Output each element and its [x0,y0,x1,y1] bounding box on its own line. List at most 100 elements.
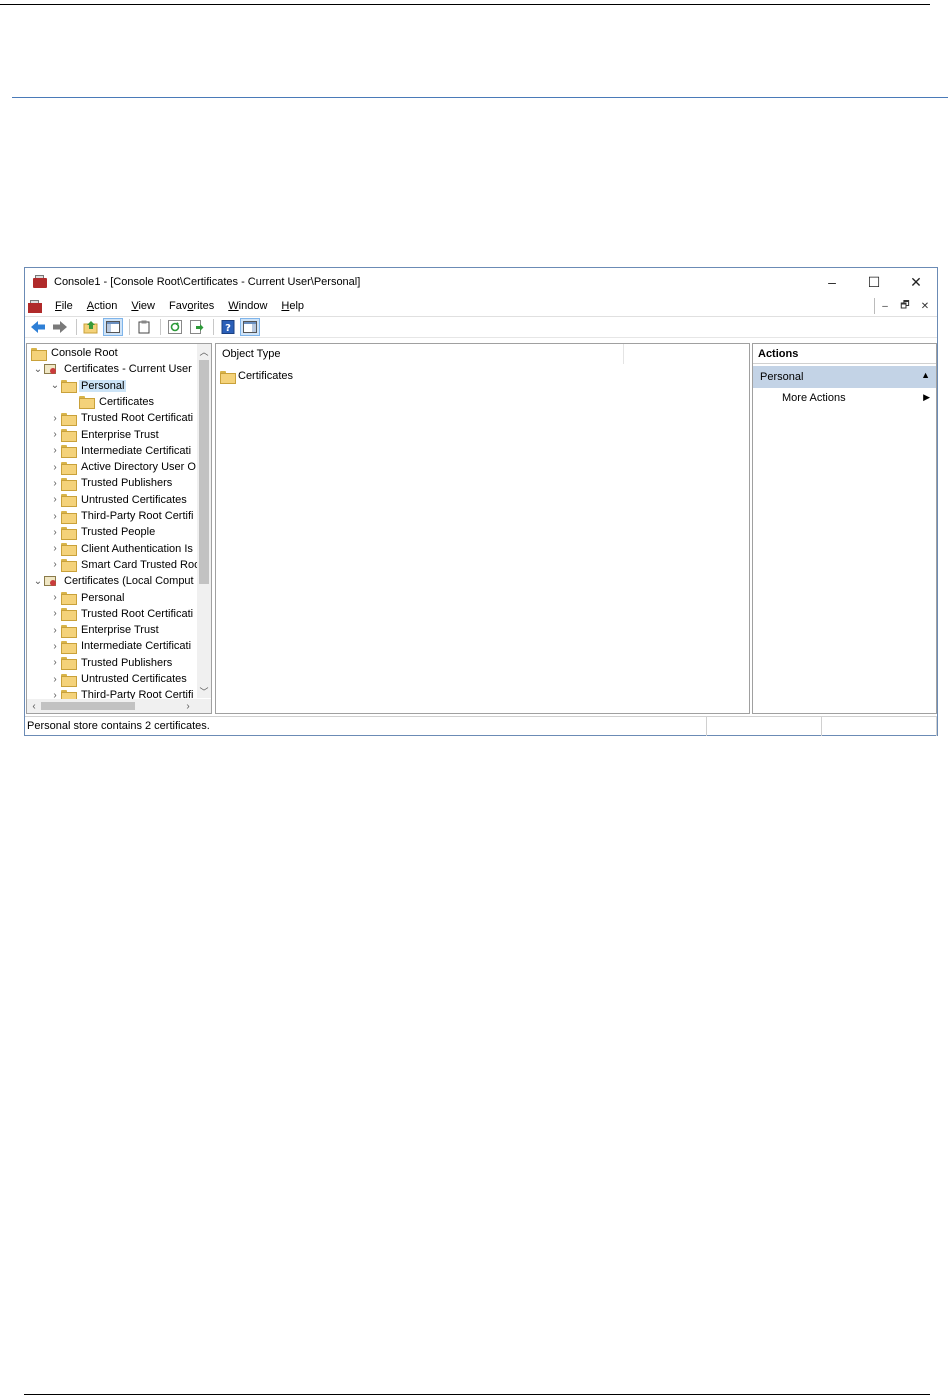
tree-item[interactable]: › Trusted Publishers [49,655,174,671]
expand-chevron-right-icon[interactable]: › [49,638,61,654]
tree-item[interactable]: › Enterprise Trust [49,622,161,638]
menu-view[interactable]: View [124,300,162,312]
column-header-object-type[interactable]: Object Type [216,344,624,364]
maximize-button[interactable]: ☐ [853,268,895,296]
tree-item-label: Active Directory User O [81,461,196,474]
menu-action[interactable]: Action [80,300,125,312]
folder-icon [61,494,77,508]
tree-item[interactable]: Console Root [27,345,120,361]
menu-file-label: ile [61,300,73,312]
menu-help[interactable]: Help [274,300,311,312]
status-segment [822,716,937,736]
expand-chevron-down-icon[interactable]: ⌄ [32,361,44,377]
expand-chevron-right-icon[interactable]: › [49,459,61,475]
tree-item[interactable]: ⌄ Personal [49,378,127,394]
expand-chevron-right-icon[interactable]: › [49,492,61,508]
tree-item[interactable]: › Untrusted Certificates [49,671,189,687]
tree-item-label: Personal [81,591,125,604]
tree-item[interactable]: › Enterprise Trust [49,427,161,443]
tree-item[interactable]: › Intermediate Certificati [49,638,193,654]
mdi-close-button[interactable]: ✕ [915,298,935,314]
tree-item[interactable]: ⌄ Certificates (Local Comput [32,573,196,589]
tree-item[interactable]: › Personal [49,590,126,606]
expand-chevron-right-icon[interactable]: › [49,557,61,573]
tree-item[interactable]: › Trusted People [49,524,157,540]
expand-chevron-right-icon[interactable]: › [49,410,61,426]
expand-chevron-down-icon[interactable]: ⌄ [49,378,61,394]
tree-item[interactable]: › Trusted Root Certificati [49,410,195,426]
folder-icon [61,608,77,622]
show-hide-tree-icon[interactable] [103,318,123,336]
folder-icon [61,673,77,687]
menu-file-hotkey: F [55,300,62,312]
menu-favorites[interactable]: Favorites [162,300,221,312]
up-folder-icon[interactable] [81,318,101,336]
mdi-restore-button[interactable]: 🗗 [895,298,915,314]
svg-text:?: ? [225,323,231,334]
tree-item[interactable]: ⌄ Certificates - Current User [32,361,194,377]
toolbar: ? [25,316,937,338]
tree-item[interactable]: › Active Directory User O [49,459,198,475]
back-arrow-icon[interactable] [28,318,48,336]
expand-chevron-down-icon[interactable]: ⌄ [32,573,44,589]
expand-chevron-right-icon[interactable]: › [49,622,61,638]
expand-chevron-right-icon[interactable]: › [49,541,61,557]
close-button[interactable]: ✕ [895,268,937,296]
tree-item[interactable]: › Trusted Publishers [49,475,174,491]
list-item[interactable]: Certificates [220,368,293,384]
expand-chevron-right-icon[interactable]: › [49,606,61,622]
tree-item[interactable]: › Third-Party Root Certifi [49,508,195,524]
export-list-icon[interactable] [187,318,207,336]
scroll-down-icon[interactable]: ﹀ [197,684,211,698]
clipboard-icon[interactable] [134,318,154,336]
expand-chevron-right-icon[interactable]: › [49,590,61,606]
actions-group-personal[interactable]: Personal ▲ [753,366,936,388]
folder-icon [61,412,77,426]
show-hide-action-pane-icon[interactable] [240,318,260,336]
folder-icon [61,477,77,491]
results-pane: Object Type Certificates [215,343,750,714]
tree-item[interactable]: › Intermediate Certificati [49,443,193,459]
tree-item[interactable]: › Trusted Root Certificati [49,606,195,622]
refresh-icon[interactable] [165,318,185,336]
mmc-window: Console1 - [Console Root\Certificates - … [24,267,938,736]
tree-item[interactable]: › Smart Card Trusted Roo [49,557,202,573]
mdi-controls: – 🗗 ✕ [874,298,935,314]
more-actions-item[interactable]: More Actions ▶ [753,390,936,406]
tree-item-label: Trusted Root Certificati [81,607,194,620]
expand-chevron-right-icon[interactable]: › [49,671,61,687]
expand-chevron-right-icon[interactable]: › [49,508,61,524]
help-icon[interactable]: ? [218,318,238,336]
expand-chevron-right-icon[interactable]: › [49,443,61,459]
title-bar[interactable]: Console1 - [Console Root\Certificates - … [25,268,937,296]
scroll-up-icon[interactable]: ︿ [197,344,211,358]
tree-item[interactable]: › Untrusted Certificates [49,492,189,508]
folder-icon [61,640,77,654]
scrollbar-thumb[interactable] [41,702,135,710]
scroll-left-icon[interactable]: ‹ [27,699,41,713]
tree-item-label: Certificates - Current User [64,363,192,376]
forward-arrow-icon[interactable] [50,318,70,336]
expand-chevron-right-icon[interactable]: › [49,475,61,491]
scroll-right-icon[interactable]: › [181,699,195,713]
expand-chevron-right-icon[interactable]: › [49,655,61,671]
actions-pane: Actions Personal ▲ More Actions ▶ [752,343,937,714]
scrollbar-thumb[interactable] [199,360,209,584]
expand-chevron-right-icon[interactable]: › [49,427,61,443]
collapse-up-icon[interactable]: ▲ [921,370,930,380]
menu-file[interactable]: File [48,300,80,312]
tree-item[interactable]: Certificates [67,394,156,410]
folder-icon [61,510,77,524]
tree-vertical-scrollbar[interactable]: ︿ ﹀ [197,344,211,698]
mdi-minimize-button[interactable]: – [875,298,895,314]
tree-item-label: Trusted Publishers [81,656,173,669]
tree-horizontal-scrollbar[interactable]: ‹ › [27,699,211,713]
minimize-button[interactable]: – [811,268,853,296]
mmc-app-icon[interactable] [32,275,48,289]
system-menu-icon[interactable] [28,299,42,313]
tree-item[interactable]: › Client Authentication Is [49,541,195,557]
console-tree[interactable]: Console Root ⌄ Certificates - Current User… [26,343,212,714]
expand-chevron-right-icon[interactable]: › [49,524,61,540]
menu-window[interactable]: Window [221,300,274,312]
